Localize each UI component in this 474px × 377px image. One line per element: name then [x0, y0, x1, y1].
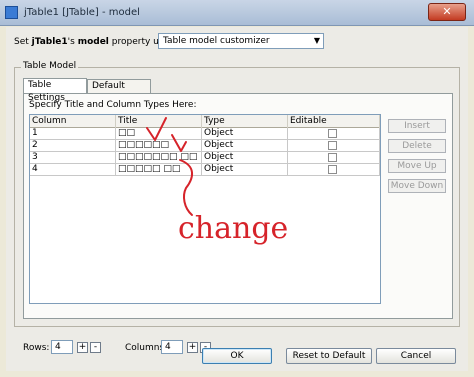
tab-table-settings[interactable]: Table Settings	[23, 78, 87, 103]
rows-minus-button[interactable]: -	[90, 342, 101, 353]
window-title: jTable1 [JTable] - model	[24, 7, 140, 18]
cell-editable	[288, 128, 380, 140]
insert-button[interactable]: Insert	[388, 119, 446, 133]
cell-column[interactable]: 4	[30, 164, 116, 176]
rows-plus-button[interactable]: +	[77, 342, 88, 353]
title-bar[interactable]: jTable1 [JTable] - model ✕	[0, 0, 474, 26]
property-name: model	[77, 37, 109, 47]
tab-default-values[interactable]: Default Values	[87, 79, 151, 104]
bean-name: jTable1	[31, 37, 68, 47]
editor-select[interactable]: Table model customizer ▼	[158, 33, 324, 49]
cell-type[interactable]: Object	[202, 164, 288, 176]
header-title[interactable]: Title	[116, 115, 202, 128]
cell-editable	[288, 164, 380, 176]
cell-column[interactable]: 1	[30, 128, 116, 140]
cell-title[interactable]: □□	[116, 128, 202, 140]
dialog-body: Set jTable1's model property using: Tabl…	[6, 27, 468, 371]
rows-input[interactable]: 4	[51, 340, 73, 354]
table-row[interactable]: 4 □□□□□ □□ Object	[30, 164, 380, 176]
table-row[interactable]: 3 □□□□□□□ □□ Object	[30, 152, 380, 164]
table-row[interactable]: 2 □□□□□□ Object	[30, 140, 380, 152]
delete-button[interactable]: Delete	[388, 139, 446, 153]
editable-checkbox[interactable]	[328, 141, 337, 150]
reset-to-default-button[interactable]: Reset to Default	[286, 348, 372, 364]
header-type[interactable]: Type	[202, 115, 288, 128]
columns-plus-button[interactable]: +	[187, 342, 198, 353]
property-middle: 's	[67, 37, 78, 47]
cancel-button[interactable]: Cancel	[376, 348, 456, 364]
ok-button[interactable]: OK	[202, 348, 272, 364]
rows-label: Rows:	[23, 343, 50, 353]
property-label: Set jTable1's model property using:	[14, 37, 181, 47]
cell-type[interactable]: Object	[202, 128, 288, 140]
chevron-down-icon[interactable]: ▼	[314, 34, 320, 48]
cell-title[interactable]: □□□□□□	[116, 140, 202, 152]
columns-table[interactable]: Column Title Type Editable 1 □□ Object 2…	[29, 114, 381, 304]
editable-checkbox[interactable]	[328, 129, 337, 138]
cell-editable	[288, 152, 380, 164]
header-column[interactable]: Column	[30, 115, 116, 128]
cell-column[interactable]: 2	[30, 140, 116, 152]
property-prefix: Set	[14, 37, 32, 47]
cell-title[interactable]: □□□□□□□ □□	[116, 152, 202, 164]
cell-title[interactable]: □□□□□ □□	[116, 164, 202, 176]
table-settings-panel: Specify Title and Column Types Here: Col…	[23, 93, 453, 319]
columns-input[interactable]: 4	[161, 340, 183, 354]
table-row[interactable]: 1 □□ Object	[30, 128, 380, 140]
editable-checkbox[interactable]	[328, 165, 337, 174]
cell-editable	[288, 140, 380, 152]
table-model-group: Table Model Table Settings Default Value…	[14, 61, 460, 354]
move-up-button[interactable]: Move Up	[388, 159, 446, 173]
table-header: Column Title Type Editable	[30, 115, 380, 128]
cell-type[interactable]: Object	[202, 152, 288, 164]
editor-select-value: Table model customizer	[163, 36, 270, 46]
group-title: Table Model	[21, 61, 79, 71]
close-button[interactable]: ✕	[428, 3, 466, 21]
header-editable[interactable]: Editable	[288, 115, 380, 128]
move-down-button[interactable]: Move Down	[388, 179, 446, 193]
editable-checkbox[interactable]	[328, 153, 337, 162]
cell-column[interactable]: 3	[30, 152, 116, 164]
cell-type[interactable]: Object	[202, 140, 288, 152]
app-icon	[5, 6, 18, 19]
